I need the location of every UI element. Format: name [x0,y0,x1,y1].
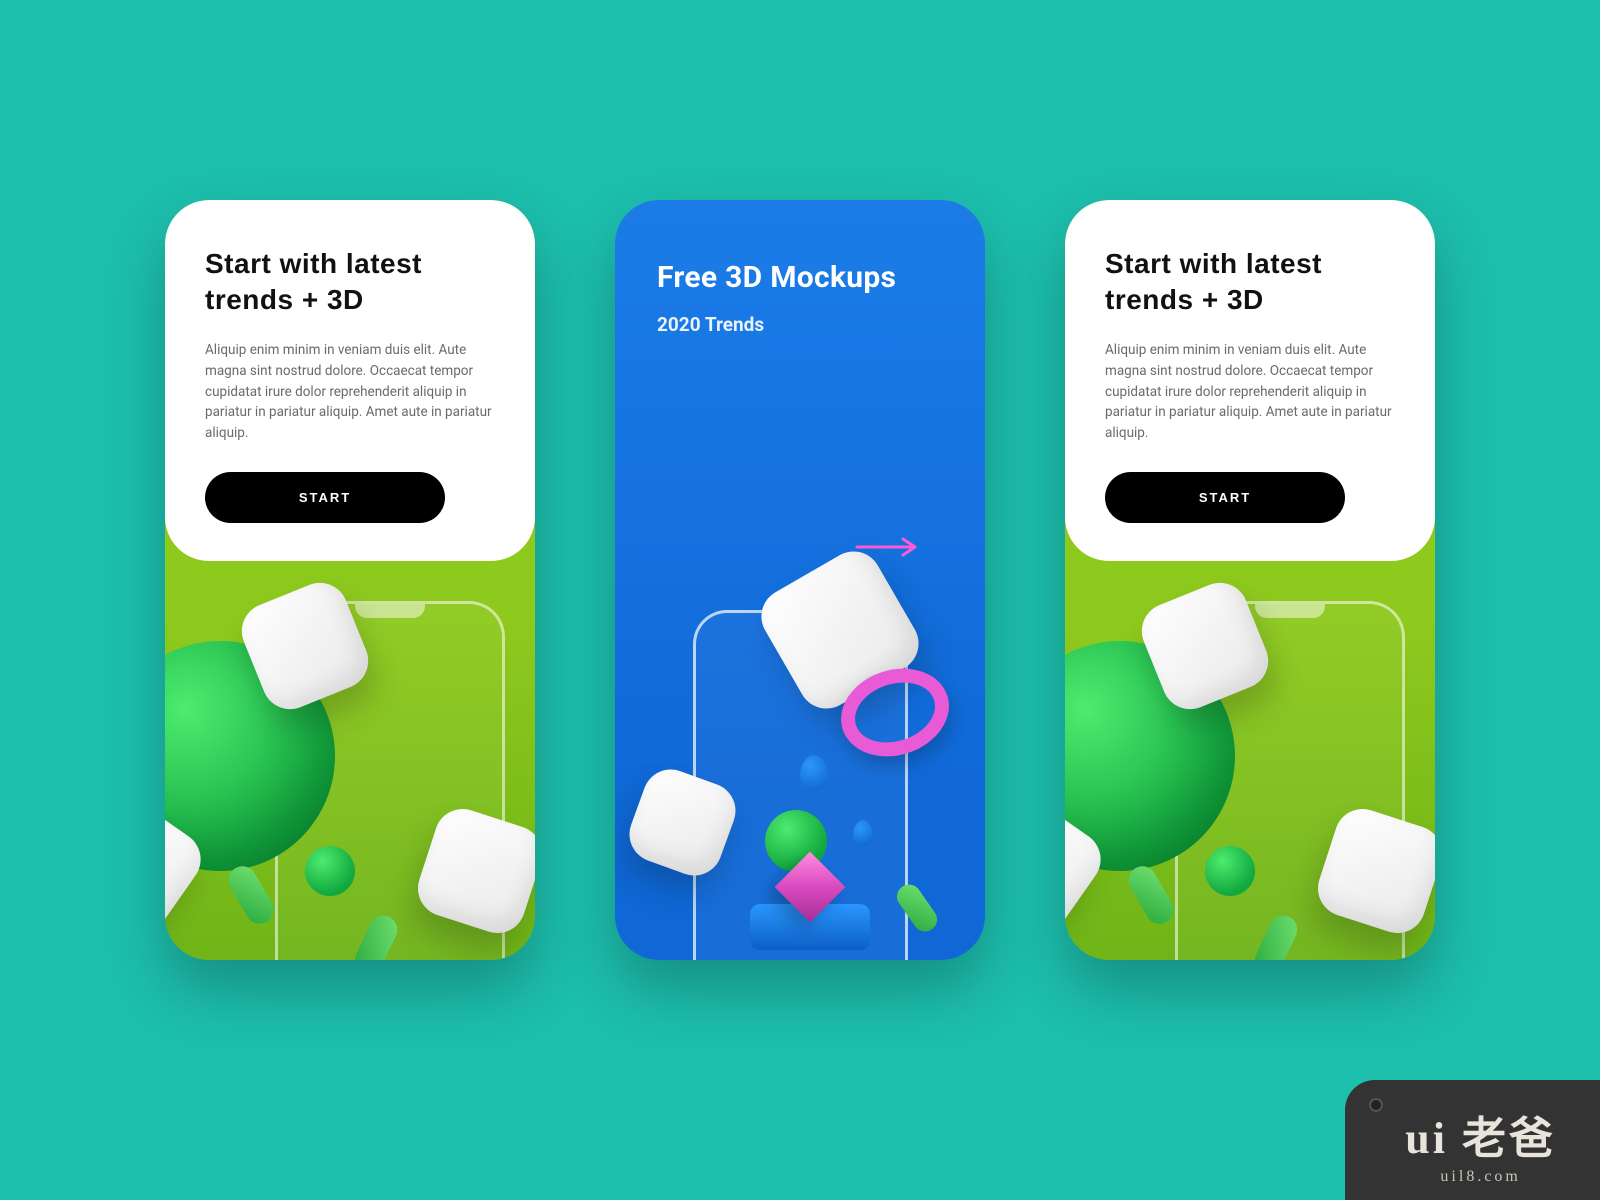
illustration-3d [1065,561,1435,960]
headline: Start with latest trends + 3D [205,246,495,318]
content-panel: Start with latest trends + 3D Aliquip en… [165,200,535,561]
subtitle: 2020 Trends [657,313,943,336]
title: Free 3D Mockups [657,260,943,295]
headline: Start with latest trends + 3D [1105,246,1395,318]
droplet-icon [853,820,873,846]
canvas: Start with latest trends + 3D Aliquip en… [0,0,1600,1200]
body-text: Aliquip enim minim in veniam duis elit. … [205,340,495,445]
watermark-badge: ui 老爸 uil8.com [1345,1080,1600,1200]
start-button[interactable]: START [205,472,445,523]
droplet-icon [800,755,828,791]
mockup-card-left: Start with latest trends + 3D Aliquip en… [165,200,535,960]
mockup-card-center: Free 3D Mockups 2020 Trends [615,200,985,960]
capsule-icon [1123,861,1178,929]
sphere-icon [305,846,355,896]
watermark-url: uil8.com [1405,1168,1556,1186]
illustration-3d [615,520,985,960]
sphere-icon [1205,846,1255,896]
mockup-card-right: Start with latest trends + 3D Aliquip en… [1065,200,1435,960]
body-text: Aliquip enim minim in veniam duis elit. … [1105,340,1395,445]
content-panel: Start with latest trends + 3D Aliquip en… [1065,200,1435,561]
illustration-3d [165,561,535,960]
watermark-brand: ui 老爸 [1405,1102,1556,1166]
start-button[interactable]: START [1105,472,1345,523]
screw-icon [1369,1098,1383,1112]
capsule-icon [223,861,278,929]
